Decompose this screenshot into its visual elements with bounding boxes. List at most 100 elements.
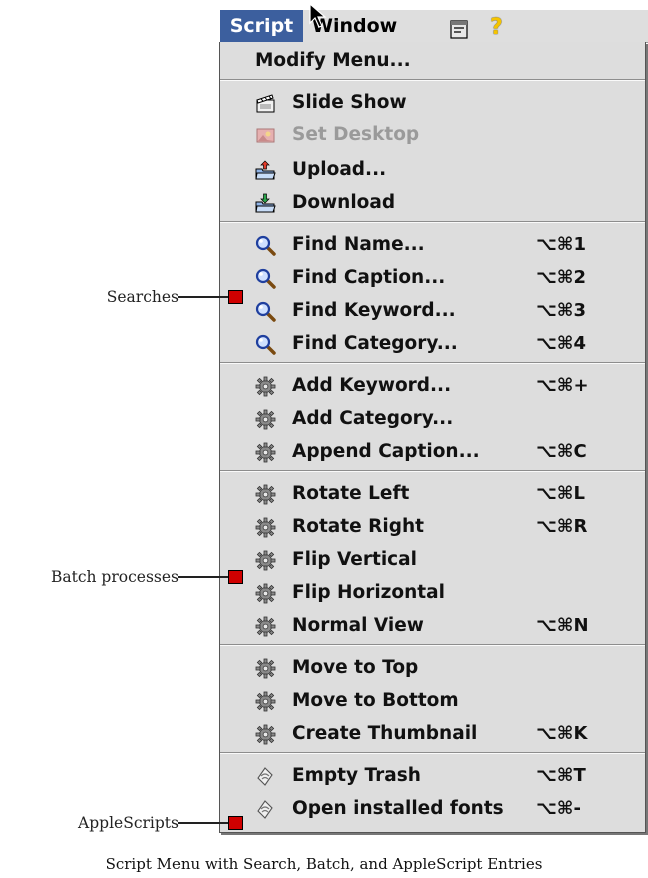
menu-item-set-desktop: Set Desktop	[220, 119, 645, 151]
menu-item-label: Create Thumbnail	[292, 723, 478, 744]
menu-item-label: Download	[292, 192, 396, 213]
menu-item-shortcut: ⌥⌘T	[536, 765, 586, 786]
mouse-pointer-icon	[309, 3, 327, 28]
menu-item-label: Modify Menu...	[255, 50, 411, 71]
menu-item-add-keyword[interactable]: Add Keyword... ⌥⌘+	[220, 370, 645, 402]
menu-item-shortcut: ⌥⌘4	[536, 333, 586, 354]
clapper-icon	[255, 93, 276, 114]
menu-item-label: Empty Trash	[292, 765, 421, 786]
picture-icon	[255, 125, 276, 146]
menu-item-label: Append Caption...	[292, 441, 480, 462]
menu-item-label: Move to Top	[292, 657, 419, 678]
callout-marker	[228, 570, 243, 584]
gear-icon	[255, 376, 276, 397]
menu-item-find-caption[interactable]: Find Caption... ⌥⌘2	[220, 262, 645, 294]
menu-item-label: Upload...	[292, 159, 387, 180]
menu-separator	[220, 470, 645, 472]
gear-icon	[255, 691, 276, 712]
menu-item-upload[interactable]: Upload...	[220, 154, 645, 186]
menu-item-empty-trash[interactable]: Empty Trash ⌥⌘T	[220, 760, 645, 792]
figure-caption: Script Menu with Search, Batch, and Appl…	[105, 855, 543, 873]
menu-item-label: Add Category...	[292, 408, 454, 429]
menu-item-label: Set Desktop	[292, 124, 420, 145]
menu-item-flip-vertical[interactable]: Flip Vertical	[220, 544, 645, 576]
menu-item-find-category[interactable]: Find Category... ⌥⌘4	[220, 328, 645, 360]
gear-icon	[255, 658, 276, 679]
help-menu-icon[interactable]: ?	[490, 12, 503, 44]
menu-item-label: Find Name...	[292, 234, 425, 255]
menu-item-label: Find Category...	[292, 333, 458, 354]
menu-item-shortcut: ⌥⌘3	[536, 300, 586, 321]
menu-item-rotate-left[interactable]: Rotate Left ⌥⌘L	[220, 478, 645, 510]
menu-bar: Script Window ?	[220, 10, 648, 43]
batch-processes-callout: Batch processes	[0, 567, 243, 587]
menu-item-find-name[interactable]: Find Name... ⌥⌘1	[220, 229, 645, 261]
callout-leader-line	[178, 296, 230, 298]
callout-leader-line	[178, 576, 230, 578]
menu-item-shortcut: ⌥⌘1	[536, 234, 586, 255]
menu-item-label: Find Caption...	[292, 267, 446, 288]
menu-item-create-thumbnail[interactable]: Create Thumbnail ⌥⌘K	[220, 718, 645, 750]
menu-item-label: Rotate Left	[292, 483, 410, 504]
menu-item-move-to-top[interactable]: Move to Top	[220, 652, 645, 684]
menu-item-shortcut: ⌥⌘+	[536, 375, 589, 396]
menu-item-label: Slide Show	[292, 92, 407, 113]
menu-separator	[220, 79, 645, 81]
gear-icon	[255, 442, 276, 463]
batch-processes-callout-label: Batch processes	[50, 568, 179, 586]
searches-callout: Searches	[0, 287, 243, 307]
script-menu-title[interactable]: Script	[220, 10, 303, 42]
applescripts-callout-label: AppleScripts	[78, 814, 179, 832]
menu-item-normal-view[interactable]: Normal View ⌥⌘N	[220, 610, 645, 642]
folder-upload-icon	[255, 160, 276, 181]
menu-item-flip-horizontal[interactable]: Flip Horizontal	[220, 577, 645, 609]
callout-leader-line	[178, 822, 230, 824]
menu-item-move-to-bottom[interactable]: Move to Bottom	[220, 685, 645, 717]
magnifier-icon	[255, 334, 276, 355]
menu-item-add-category[interactable]: Add Category...	[220, 403, 645, 435]
gear-icon	[255, 724, 276, 745]
menu-item-shortcut: ⌥⌘N	[536, 615, 589, 636]
gear-icon	[255, 484, 276, 505]
menu-item-label: Add Keyword...	[292, 375, 452, 396]
applescript-icon	[255, 766, 276, 787]
menu-item-label: Rotate Right	[292, 516, 424, 537]
magnifier-icon	[255, 235, 276, 256]
menu-item-find-keyword[interactable]: Find Keyword... ⌥⌘3	[220, 295, 645, 327]
script-dropdown-menu: Modify Menu... Slide Show Set Desktop Uploa…	[219, 42, 646, 833]
searches-callout-label: Searches	[106, 288, 179, 306]
magnifier-icon	[255, 268, 276, 289]
menu-item-download[interactable]: Download	[220, 187, 645, 219]
menu-item-shortcut: ⌥⌘R	[536, 516, 588, 537]
gear-icon	[255, 409, 276, 430]
menu-item-shortcut: ⌥⌘-	[536, 798, 581, 819]
menu-item-shortcut: ⌥⌘2	[536, 267, 586, 288]
menu-item-label: Open installed fonts	[292, 798, 504, 819]
menu-item-slide-show[interactable]: Slide Show	[220, 87, 645, 119]
menu-item-shortcut: ⌥⌘L	[536, 483, 585, 504]
callout-marker	[228, 290, 243, 304]
menu-separator	[220, 644, 645, 646]
callout-marker	[228, 816, 243, 830]
menu-item-shortcut: ⌥⌘K	[536, 723, 588, 744]
menu-separator	[220, 362, 645, 364]
menu-item-open-installed-fonts[interactable]: Open installed fonts ⌥⌘-	[220, 793, 645, 825]
menu-separator	[220, 752, 645, 754]
magnifier-icon	[255, 301, 276, 322]
menu-separator	[220, 221, 645, 223]
applescript-icon	[255, 799, 276, 820]
menu-item-modify-menu[interactable]: Modify Menu...	[220, 45, 645, 77]
gear-icon	[255, 583, 276, 604]
menu-item-label: Flip Horizontal	[292, 582, 445, 603]
menu-item-append-caption[interactable]: Append Caption... ⌥⌘C	[220, 436, 645, 468]
gear-icon	[255, 550, 276, 571]
menu-item-rotate-right[interactable]: Rotate Right ⌥⌘R	[220, 511, 645, 543]
menu-item-label: Normal View	[292, 615, 424, 636]
gear-icon	[255, 616, 276, 637]
menu-item-label: Move to Bottom	[292, 690, 459, 711]
applescripts-callout: AppleScripts	[0, 813, 243, 833]
gear-icon	[255, 517, 276, 538]
application-menu-icon[interactable]	[450, 17, 468, 39]
menu-item-label: Flip Vertical	[292, 549, 417, 570]
menu-item-shortcut: ⌥⌘C	[536, 441, 587, 462]
